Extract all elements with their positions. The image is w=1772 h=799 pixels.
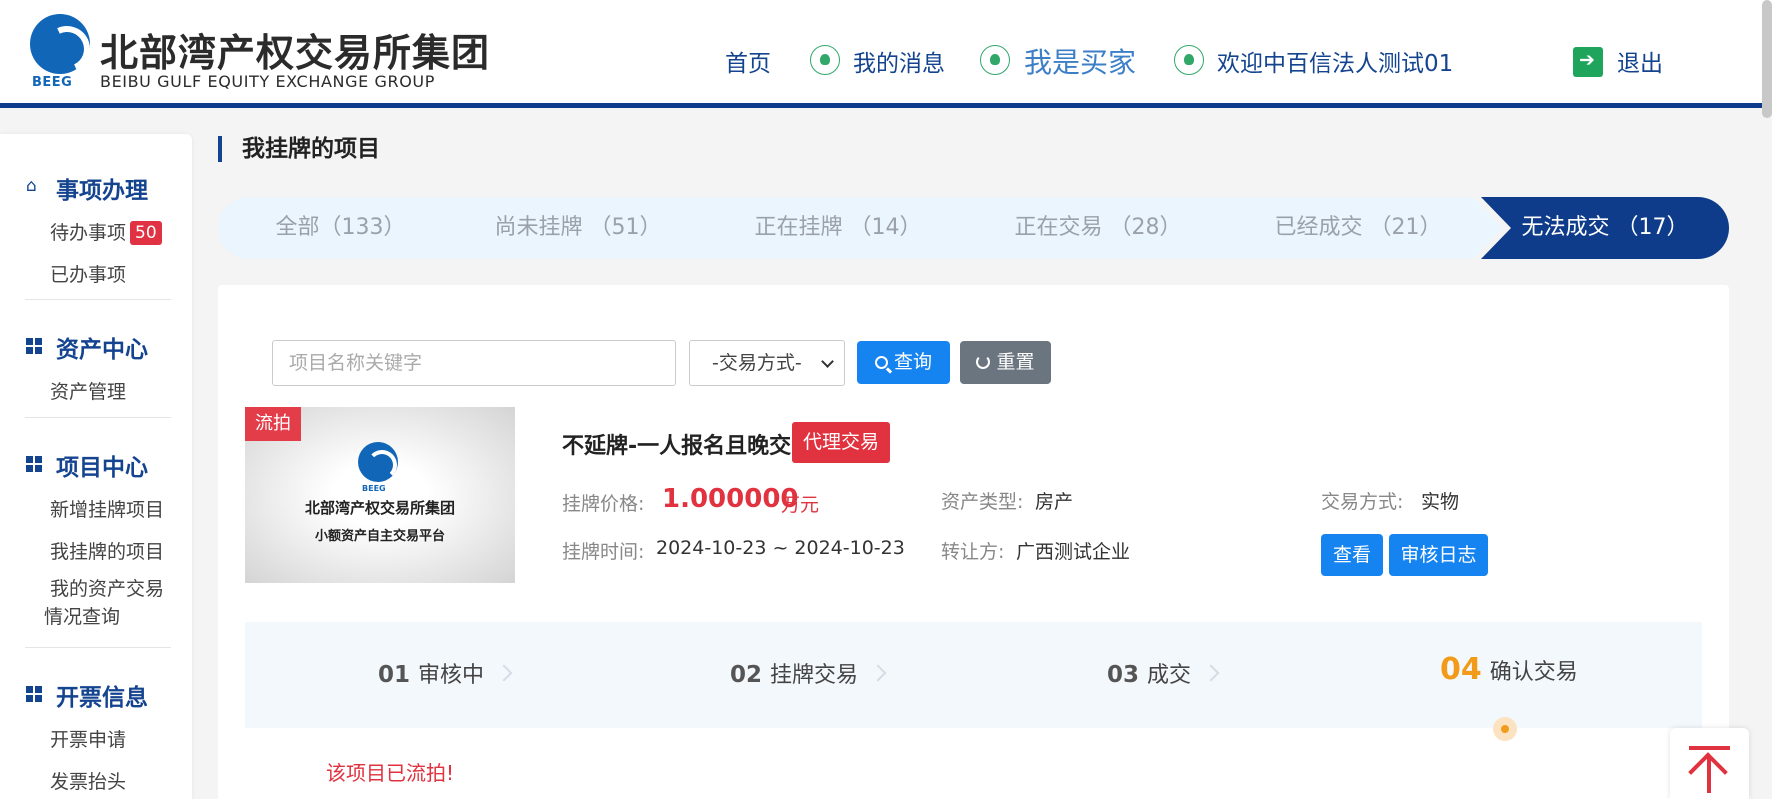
chevron-right-icon [869,664,887,682]
thumb-logo-abbr: BEEG [362,484,386,493]
sidebar-divider [25,299,171,300]
back-to-top-button[interactable] [1670,728,1749,799]
audit-log-button[interactable]: 审核日志 [1389,534,1488,576]
step-deal: 03 成交 [1107,657,1220,689]
sidebar-item-asset-management[interactable]: 资产管理 [50,377,126,404]
logo-icon [358,442,398,482]
grid-icon [26,338,42,354]
price-value: 1.000000 [662,484,799,514]
step-label: 审核中 [418,663,485,688]
status-note: 该项目已流拍! [326,761,455,785]
search-icon [874,356,888,369]
status-tabs: 全部（133） 尚未挂牌 （51） 正在挂牌 （14） 正在交易 （28） 已经… [218,197,1729,259]
step-label: 挂牌交易 [770,663,859,688]
logout-link[interactable]: 退出 [1617,44,1663,78]
sidebar-item-new-listing[interactable]: 新增挂牌项目 [50,495,164,522]
step-label: 成交 [1147,663,1192,688]
logout-icon[interactable] [1573,47,1603,77]
tab-completed[interactable]: 已经成交 （21） [1213,197,1503,259]
trade-mode-value: 实物 [1421,491,1460,513]
sidebar-item-my-listings[interactable]: 我挂牌的项目 [50,537,164,564]
tab-failed[interactable]: 无法成交 （17） [1481,197,1729,259]
refresh-icon [976,355,991,369]
price-label: 挂牌价格: [562,493,645,515]
bell-icon [810,45,840,75]
trade-mode-select[interactable]: -交易方式- [689,340,845,386]
grid-icon [26,456,42,472]
logo-title-en: BEIBU GULF EQUITY EXCHANGE GROUP [100,72,435,91]
chevron-right-icon [495,664,513,682]
sidebar-item-label: 待办事项 [50,222,127,244]
nav-messages[interactable]: 我的消息 [853,44,945,78]
tab-listing[interactable]: 正在挂牌 （14） [693,197,983,259]
page-scrollbar[interactable] [1762,0,1772,118]
logo-abbr: BEEG [32,75,73,90]
sidebar-section-projects[interactable]: 项目中心 [56,448,148,482]
header: BEEG 北部湾产权交易所集团 BEIBU GULF EQUITY EXCHAN… [0,0,1772,108]
nav-buyer[interactable]: 我是买家 [1024,41,1136,81]
query-button[interactable]: 查询 [857,341,950,384]
sidebar-section-invoice[interactable]: 开票信息 [56,678,148,712]
listing-time-label: 挂牌时间: [562,541,645,563]
query-button-label: 查询 [893,351,932,373]
tab-all[interactable]: 全部（133） [218,197,463,259]
reset-button-label: 重置 [996,351,1035,373]
step-number: 01 [378,662,411,688]
progress-steps: 01 审核中 02 挂牌交易 03 成交 04 确认交易 [245,622,1702,728]
sidebar-divider [25,417,171,418]
user-icon [1174,45,1204,75]
trade-type-badge: 代理交易 [792,422,891,463]
arrow-up-icon [1707,757,1711,793]
todo-count-badge: 50 [130,221,162,245]
step-label: 确认交易 [1489,660,1578,685]
sidebar-divider [25,647,171,648]
transferor-label: 转让方: [941,541,1005,563]
step-reviewing: 01 审核中 [378,657,513,689]
grid-icon [26,686,42,702]
trade-mode-label: 交易方式: [1321,491,1404,513]
user-icon [980,45,1010,75]
logo-icon[interactable] [30,14,90,74]
thumb-title: 北部湾产权交易所集团 [304,499,455,517]
status-flag: 流拍 [245,407,301,441]
sidebar-item-invoice-title[interactable]: 发票抬头 [50,767,126,794]
logo-title-cn[interactable]: 北部湾产权交易所集团 [100,22,490,77]
reset-button[interactable]: 重置 [960,341,1051,384]
sidebar-section-assets[interactable]: 资产中心 [56,330,148,364]
sidebar-item-trade-query[interactable]: 我的资产交易情况查询 [44,575,174,631]
nav-welcome[interactable]: 欢迎中百信法人测试01 [1217,44,1453,78]
current-step-dot-icon [1493,717,1517,741]
price-unit: 万元 [781,494,820,516]
step-number: 02 [730,662,763,688]
project-thumbnail[interactable]: BEEG 北部湾产权交易所集团 小额资产自主交易平台 流拍 [245,407,515,583]
sidebar: ⌂ 事项办理 待办事项 50 已办事项 资产中心 资产管理 项目中心 新增挂牌项目… [0,134,192,799]
tab-trading[interactable]: 正在交易 （28） [953,197,1243,259]
asset-type-value: 房产 [1035,491,1074,513]
transferor-value: 广西测试企业 [1016,541,1131,563]
sidebar-item-invoice-apply[interactable]: 开票申请 [50,725,126,752]
view-button[interactable]: 查看 [1321,534,1383,576]
step-number: 04 [1440,652,1482,687]
step-confirm-trade: 04 确认交易 [1440,652,1578,687]
tab-not-listed[interactable]: 尚未挂牌 （51） [433,197,723,259]
home-icon: ⌂ [26,176,37,196]
sidebar-item-done[interactable]: 已办事项 [50,260,126,287]
page-title: 我挂牌的项目 [218,136,380,162]
project-title[interactable]: 不延牌-一人报名且晚交 [562,428,791,460]
sidebar-section-tasks[interactable]: 事项办理 [56,171,148,205]
step-listing-trade: 02 挂牌交易 [730,657,887,689]
thumb-subtitle: 小额资产自主交易平台 [314,529,445,544]
chevron-right-icon [1202,664,1220,682]
nav-home[interactable]: 首页 [725,44,771,78]
asset-type-label: 资产类型: [941,491,1024,513]
keyword-search-input[interactable] [272,340,676,386]
step-number: 03 [1107,662,1140,688]
sidebar-item-todo[interactable]: 待办事项 50 [50,218,162,245]
listing-time-value: 2024-10-23 ~ 2024-10-23 [656,537,905,559]
